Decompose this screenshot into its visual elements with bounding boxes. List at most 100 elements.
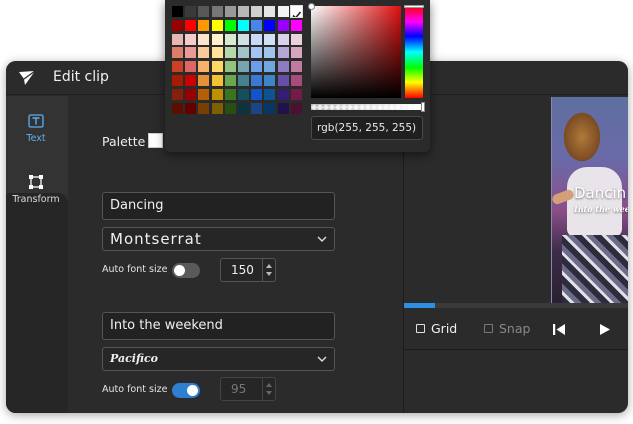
color-swatch[interactable]	[185, 75, 197, 86]
color-swatch[interactable]	[198, 75, 210, 86]
color-swatch[interactable]	[185, 102, 197, 114]
text-layer-2-input[interactable]: Into the weekend	[102, 312, 335, 340]
color-swatch[interactable]	[224, 102, 236, 114]
color-swatch[interactable]	[238, 102, 249, 114]
color-swatch[interactable]	[290, 75, 302, 86]
color-swatch[interactable]	[251, 88, 263, 100]
color-swatch[interactable]	[211, 6, 223, 17]
auto-font-size-toggle-2[interactable]	[172, 383, 200, 398]
font-size-stepper[interactable]	[262, 259, 275, 281]
color-swatch[interactable]	[172, 88, 183, 100]
color-swatch[interactable]	[198, 102, 210, 114]
color-swatch[interactable]	[264, 75, 276, 86]
color-swatch[interactable]	[211, 75, 223, 86]
color-swatch[interactable]	[277, 75, 289, 86]
palette-color-swatch[interactable]	[148, 133, 163, 148]
color-swatch[interactable]	[264, 61, 276, 73]
color-value-input[interactable]: rgb(255, 255, 255)	[311, 116, 423, 140]
color-swatch[interactable]	[198, 88, 210, 100]
color-swatch[interactable]	[277, 6, 289, 17]
color-swatch[interactable]	[264, 88, 276, 100]
color-swatch[interactable]	[185, 6, 197, 17]
font-select-2[interactable]: Pacifico	[102, 347, 335, 371]
color-swatch[interactable]	[198, 33, 210, 45]
color-swatch[interactable]	[238, 19, 249, 31]
color-swatch[interactable]	[289, 5, 303, 20]
color-swatch[interactable]	[172, 6, 183, 17]
alpha-slider[interactable]	[311, 102, 425, 112]
color-swatch[interactable]	[185, 47, 197, 59]
color-swatch[interactable]	[251, 75, 263, 86]
color-swatch[interactable]	[185, 61, 197, 73]
color-swatch[interactable]	[172, 47, 183, 59]
color-swatch[interactable]	[198, 6, 210, 17]
color-swatch[interactable]	[211, 33, 223, 45]
color-swatch[interactable]	[211, 102, 223, 114]
color-swatch[interactable]	[185, 19, 197, 31]
saturation-value-area[interactable]	[308, 3, 401, 98]
color-swatch[interactable]	[290, 61, 302, 73]
color-swatch[interactable]	[224, 19, 236, 31]
color-swatch[interactable]	[264, 6, 276, 17]
snap-checkbox[interactable]: Snap	[484, 308, 530, 350]
color-swatch[interactable]	[238, 88, 249, 100]
play-icon[interactable]	[599, 323, 611, 336]
color-swatch[interactable]	[264, 102, 276, 114]
rail-item-text[interactable]: Text	[6, 98, 66, 152]
color-swatch[interactable]	[211, 19, 223, 31]
color-swatch[interactable]	[185, 33, 197, 45]
font-size-input-1[interactable]: 150	[220, 258, 276, 282]
color-swatch[interactable]	[238, 75, 249, 86]
color-cursor[interactable]	[308, 3, 315, 10]
color-swatch[interactable]	[290, 102, 302, 114]
color-swatch[interactable]	[277, 47, 289, 59]
color-swatch[interactable]	[251, 61, 263, 73]
hue-slider[interactable]	[404, 5, 424, 98]
color-swatch[interactable]	[277, 102, 289, 114]
color-swatch[interactable]	[185, 88, 197, 100]
color-swatch[interactable]	[172, 102, 183, 114]
color-swatch[interactable]	[238, 61, 249, 73]
color-swatch[interactable]	[172, 33, 183, 45]
color-swatch[interactable]	[198, 47, 210, 59]
color-swatch[interactable]	[277, 19, 289, 31]
color-swatch[interactable]	[198, 61, 210, 73]
color-swatch[interactable]	[264, 19, 276, 31]
color-swatch[interactable]	[251, 102, 263, 114]
color-swatch[interactable]	[277, 33, 289, 45]
color-swatch[interactable]	[290, 19, 302, 31]
grid-checkbox[interactable]: Grid	[416, 308, 457, 350]
color-swatch[interactable]	[211, 88, 223, 100]
font-size-stepper[interactable]	[262, 378, 275, 400]
text-layer-1-input[interactable]: Dancing	[102, 192, 335, 220]
skip-to-start-icon[interactable]	[552, 323, 566, 336]
color-swatch[interactable]	[198, 19, 210, 31]
color-swatch[interactable]	[224, 88, 236, 100]
color-swatch[interactable]	[224, 47, 236, 59]
color-swatch[interactable]	[264, 47, 276, 59]
color-swatch[interactable]	[238, 47, 249, 59]
color-swatch[interactable]	[224, 61, 236, 73]
color-swatch[interactable]	[251, 33, 263, 45]
color-swatch[interactable]	[172, 61, 183, 73]
color-swatch[interactable]	[238, 6, 249, 17]
color-swatch[interactable]	[224, 75, 236, 86]
color-swatch[interactable]	[251, 19, 263, 31]
color-swatch[interactable]	[172, 19, 183, 31]
color-swatch[interactable]	[172, 75, 183, 86]
font-size-input-2[interactable]: 95	[220, 377, 276, 401]
color-swatch[interactable]	[290, 47, 302, 59]
color-swatch[interactable]	[251, 6, 263, 17]
color-swatch[interactable]	[290, 33, 302, 45]
auto-font-size-toggle-1[interactable]	[172, 263, 200, 278]
color-swatch[interactable]	[290, 88, 302, 100]
color-swatch[interactable]	[224, 6, 236, 17]
color-swatch[interactable]	[264, 33, 276, 45]
color-swatch[interactable]	[238, 33, 249, 45]
color-swatch[interactable]	[211, 61, 223, 73]
color-swatch[interactable]	[277, 61, 289, 73]
color-swatch[interactable]	[251, 47, 263, 59]
color-swatch[interactable]	[224, 33, 236, 45]
rail-item-transform[interactable]: Transform	[6, 158, 66, 212]
video-preview[interactable]: Dancin Into the weeke	[551, 97, 628, 303]
